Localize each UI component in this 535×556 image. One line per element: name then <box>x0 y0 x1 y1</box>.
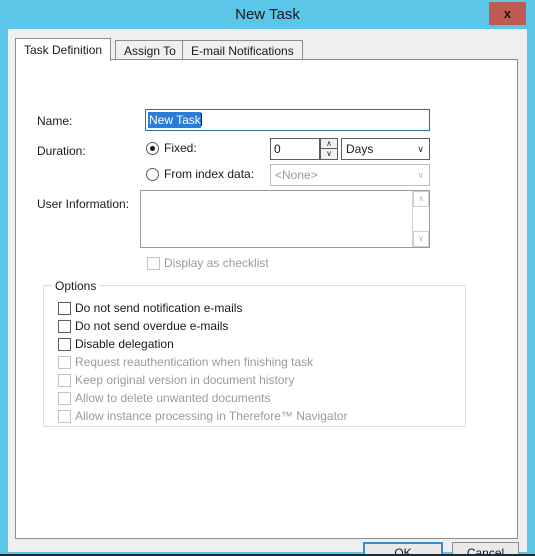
chevron-down-icon: ∨ <box>417 144 424 154</box>
new-task-dialog: New Task x Task Definition Assign To E-m… <box>0 0 535 556</box>
checkbox-label: Request reauthentication when finishing … <box>75 355 314 369</box>
ok-button[interactable]: OK <box>363 542 443 554</box>
user-information-textarea[interactable]: ∧ ∨ <box>140 190 430 248</box>
duration-spinner: ∧ ∨ <box>320 138 338 160</box>
window-title: New Task <box>235 6 300 23</box>
checkbox-box[interactable] <box>58 338 71 351</box>
duration-label: Duration: <box>37 144 86 158</box>
duration-unit-select[interactable]: Days ∨ <box>341 138 430 160</box>
radio-from-index-data[interactable] <box>146 168 159 181</box>
scroll-up-icon[interactable]: ∧ <box>413 191 429 207</box>
index-data-select[interactable]: <None> ∨ <box>270 164 430 186</box>
checkbox-box[interactable] <box>147 257 160 270</box>
tab-email-notifications[interactable]: E-mail Notifications <box>182 40 303 60</box>
dialog-client-area: Task Definition Assign To E-mail Notific… <box>8 29 527 554</box>
radio-fixed-label: Fixed: <box>164 141 197 155</box>
options-groupbox-title: Options <box>52 279 100 293</box>
radio-fixed[interactable] <box>146 142 159 155</box>
checkbox-box[interactable] <box>58 392 71 405</box>
user-information-label: User Information: <box>37 197 130 211</box>
user-information-scrollbar[interactable]: ∧ ∨ <box>412 191 429 247</box>
radio-from-index-data-label: From index data: <box>164 167 255 181</box>
checkbox-box[interactable] <box>58 320 71 333</box>
text-caret <box>200 113 202 126</box>
name-input-value: New Task <box>148 112 201 128</box>
duration-unit-value: Days <box>346 142 374 156</box>
checkbox-label: Do not send overdue e-mails <box>75 319 229 333</box>
checkbox-label: Display as checklist <box>164 256 269 270</box>
checkbox-box[interactable] <box>58 302 71 315</box>
tab-task-definition[interactable]: Task Definition <box>15 38 112 61</box>
checkbox-label: Do not send notification e-mails <box>75 301 243 315</box>
checkbox-box[interactable] <box>58 374 71 387</box>
checkbox-label: Disable delegation <box>75 337 174 351</box>
name-input[interactable]: New Task <box>145 109 430 131</box>
options-groupbox: Options Do not send notification e-mails… <box>43 279 466 427</box>
tab-assign-to[interactable]: Assign To <box>115 40 185 60</box>
index-data-value: <None> <box>275 168 318 182</box>
checkbox-box[interactable] <box>58 410 71 423</box>
name-label: Name: <box>37 114 73 128</box>
spin-down-icon[interactable]: ∨ <box>320 149 338 160</box>
checkbox-box[interactable] <box>58 356 71 369</box>
checkbox-label: Allow instance processing in Therefore™ … <box>75 409 348 423</box>
cancel-button[interactable]: Cancel <box>452 542 519 554</box>
spin-up-icon[interactable]: ∧ <box>320 138 338 149</box>
chevron-down-icon: ∨ <box>417 170 424 180</box>
checkbox-label: Keep original version in document histor… <box>75 373 295 387</box>
task-definition-panel: Name: New Task Duration: Fixed: 0 ∧ ∨ Da… <box>15 59 518 539</box>
title-bar: New Task x <box>0 0 535 29</box>
close-icon[interactable]: x <box>489 2 526 25</box>
scroll-down-icon[interactable]: ∨ <box>413 231 429 247</box>
duration-value-input[interactable]: 0 <box>270 138 320 160</box>
checkbox-label: Allow to delete unwanted documents <box>75 391 271 405</box>
tab-strip: Task Definition Assign To E-mail Notific… <box>15 38 518 61</box>
